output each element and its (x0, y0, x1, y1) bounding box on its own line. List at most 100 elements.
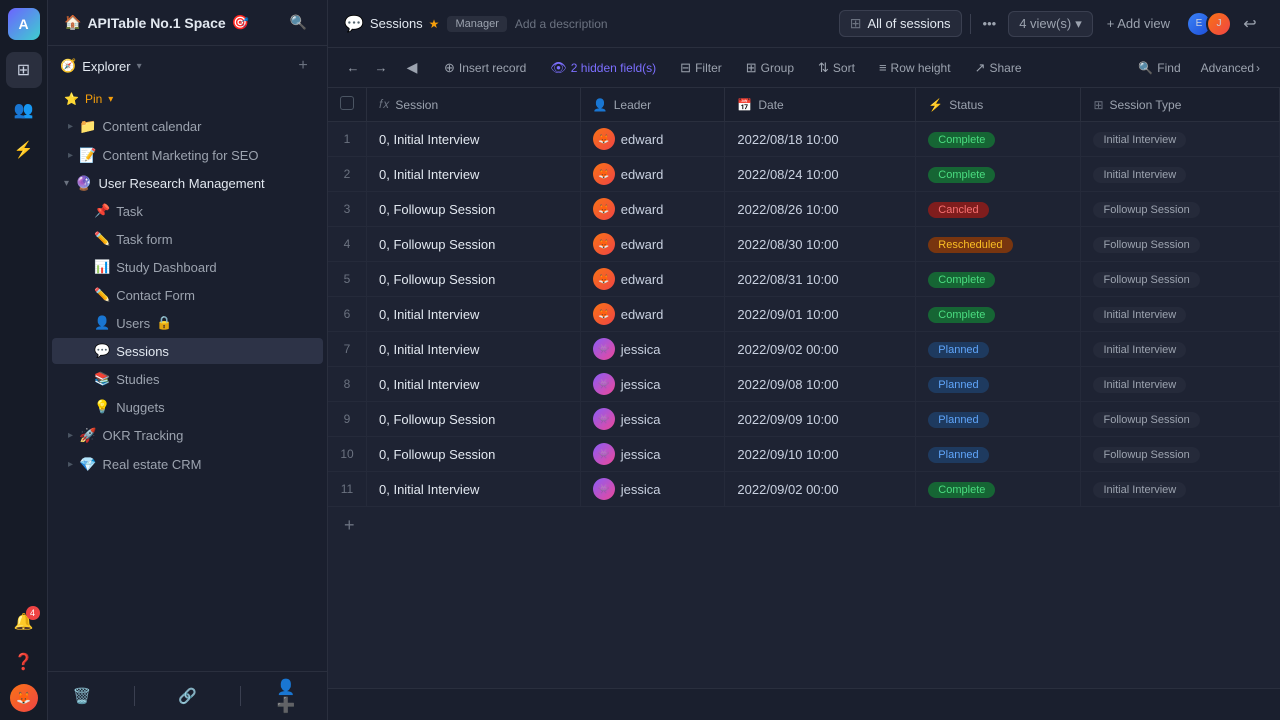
leader-cell[interactable]: 🦊 edward (580, 227, 725, 262)
session-cell[interactable]: 0, Initial Interview (367, 367, 581, 402)
col-header-session[interactable]: 𝑓𝑥 Session (367, 88, 581, 122)
session-type-cell[interactable]: Followup Session (1081, 227, 1280, 262)
table-container[interactable]: 𝑓𝑥 Session 👤 Leader 📅 Date (328, 88, 1280, 688)
status-cell[interactable]: Planned (916, 332, 1081, 367)
session-type-cell[interactable]: Followup Session (1081, 192, 1280, 227)
sidebar-item-task[interactable]: 📌 Task (52, 198, 323, 224)
add-row-btn[interactable]: + (328, 507, 1280, 544)
session-cell[interactable]: 0, Initial Interview (367, 157, 581, 192)
sidebar-item-real-estate[interactable]: ▸ 💎 Real estate CRM (52, 451, 323, 478)
sidebar-item-sessions[interactable]: 💬 Sessions (52, 338, 323, 364)
help-icon[interactable]: ❓ (6, 644, 42, 680)
leader-cell[interactable]: 👾 jessica (580, 472, 725, 507)
table-row[interactable]: 6 0, Initial Interview 🦊 edward 2022/09/… (328, 297, 1280, 332)
session-type-cell[interactable]: Initial Interview (1081, 157, 1280, 192)
sidebar-item-user-research[interactable]: ▾ 🔮 User Research Management (52, 171, 323, 196)
user-plus-icon[interactable]: 👤➕ (277, 680, 309, 712)
leader-cell[interactable]: 🦊 edward (580, 192, 725, 227)
select-all-checkbox[interactable] (340, 96, 354, 110)
session-cell[interactable]: 0, Initial Interview (367, 297, 581, 332)
col-header-status[interactable]: ⚡ Status (916, 88, 1081, 122)
hidden-fields-btn[interactable]: 👁 2 hidden field(s) (540, 56, 666, 80)
session-cell[interactable]: 0, Followup Session (367, 262, 581, 297)
pin-section[interactable]: ⭐ Pin ▾ (48, 86, 327, 112)
undo-btn[interactable]: ↩ (1236, 10, 1264, 38)
nav-forward-btn[interactable]: → (368, 55, 394, 81)
add-description-btn[interactable]: Add a description (515, 17, 608, 31)
status-cell[interactable]: Complete (916, 297, 1081, 332)
col-header-date[interactable]: 📅 Date (725, 88, 916, 122)
nav-home-icon[interactable]: ⊞ (6, 52, 42, 88)
session-type-cell[interactable]: Initial Interview (1081, 297, 1280, 332)
nav-members-icon[interactable]: 👥 (6, 92, 42, 128)
share-bottom-icon[interactable]: 🔗 (171, 680, 203, 712)
table-row[interactable]: 8 0, Initial Interview 👾 jessica 2022/09… (328, 367, 1280, 402)
status-cell[interactable]: Rescheduled (916, 227, 1081, 262)
sidebar-item-studies[interactable]: 📚 Studies (52, 366, 323, 392)
table-row[interactable]: 7 0, Initial Interview 👾 jessica 2022/09… (328, 332, 1280, 367)
sidebar-item-okr-tracking[interactable]: ▸ 🚀 OKR Tracking (52, 422, 323, 449)
leader-cell[interactable]: 🦊 edward (580, 122, 725, 157)
leader-cell[interactable]: 👾 jessica (580, 332, 725, 367)
add-view-btn[interactable]: + Add view (1099, 12, 1178, 35)
table-row[interactable]: 10 0, Followup Session 👾 jessica 2022/09… (328, 437, 1280, 472)
session-type-cell[interactable]: Followup Session (1081, 437, 1280, 472)
col-header-leader[interactable]: 👤 Leader (580, 88, 725, 122)
sidebar-item-users[interactable]: 👤 Users 🔒 (52, 310, 323, 336)
table-row[interactable]: 5 0, Followup Session 🦊 edward 2022/08/3… (328, 262, 1280, 297)
status-cell[interactable]: Complete (916, 122, 1081, 157)
workspace-avatar[interactable]: A (8, 8, 40, 40)
share-btn[interactable]: ↗ Share (965, 56, 1032, 80)
explorer-title[interactable]: 🧭 Explorer ▾ (60, 58, 142, 74)
nav-automations-icon[interactable]: ⚡ (6, 132, 42, 168)
sidebar-item-nuggets[interactable]: 💡 Nuggets (52, 394, 323, 420)
leader-cell[interactable]: 👾 jessica (580, 367, 725, 402)
sidebar-item-study-dashboard[interactable]: 📊 Study Dashboard (52, 254, 323, 280)
session-cell[interactable]: 0, Initial Interview (367, 332, 581, 367)
select-all-header[interactable] (328, 88, 367, 122)
session-type-cell[interactable]: Followup Session (1081, 262, 1280, 297)
sidebar-item-content-marketing[interactable]: ▸ 📝 Content Marketing for SEO (52, 142, 323, 169)
leader-cell[interactable]: 🦊 edward (580, 157, 725, 192)
session-type-cell[interactable]: Initial Interview (1081, 332, 1280, 367)
table-row[interactable]: 2 0, Initial Interview 🦊 edward 2022/08/… (328, 157, 1280, 192)
status-cell[interactable]: Planned (916, 437, 1081, 472)
session-cell[interactable]: 0, Initial Interview (367, 472, 581, 507)
session-cell[interactable]: 0, Followup Session (367, 437, 581, 472)
status-cell[interactable]: Cancled (916, 192, 1081, 227)
leader-cell[interactable]: 🦊 edward (580, 297, 725, 332)
sidebar-item-content-calendar[interactable]: ▸ 📁 Content calendar (52, 113, 323, 140)
session-cell[interactable]: 0, Followup Session (367, 402, 581, 437)
status-cell[interactable]: Complete (916, 157, 1081, 192)
session-type-cell[interactable]: Initial Interview (1081, 472, 1280, 507)
session-cell[interactable]: 0, Followup Session (367, 192, 581, 227)
leader-cell[interactable]: 🦊 edward (580, 262, 725, 297)
table-row[interactable]: 1 0, Initial Interview 🦊 edward 2022/08/… (328, 122, 1280, 157)
table-row[interactable]: 4 0, Followup Session 🦊 edward 2022/08/3… (328, 227, 1280, 262)
session-type-cell[interactable]: Followup Session (1081, 402, 1280, 437)
col-header-session-type[interactable]: ⊞ Session Type (1081, 88, 1280, 122)
status-cell[interactable]: Planned (916, 367, 1081, 402)
session-cell[interactable]: 0, Initial Interview (367, 122, 581, 157)
status-cell[interactable]: Complete (916, 472, 1081, 507)
insert-record-btn[interactable]: ⊕ Insert record (434, 56, 536, 80)
delete-icon[interactable]: 🗑️ (66, 680, 98, 712)
leader-cell[interactable]: 👾 jessica (580, 437, 725, 472)
view-selector-btn[interactable]: ⊞ All of sessions (839, 10, 962, 37)
status-cell[interactable]: Complete (916, 262, 1081, 297)
session-cell[interactable]: 0, Followup Session (367, 227, 581, 262)
notification-icon[interactable]: 🔔 4 (6, 604, 42, 640)
group-btn[interactable]: ⊞ Group (736, 56, 804, 80)
table-row[interactable]: 3 0, Followup Session 🦊 edward 2022/08/2… (328, 192, 1280, 227)
search-icon[interactable]: 🔍 (286, 12, 311, 33)
add-item-button[interactable]: + (291, 54, 315, 78)
advanced-btn[interactable]: Advanced › (1193, 57, 1268, 79)
table-row[interactable]: 11 0, Initial Interview 👾 jessica 2022/0… (328, 472, 1280, 507)
view-options-btn[interactable]: ••• (979, 16, 1001, 31)
sidebar-item-contact-form[interactable]: ✏️ Contact Form (52, 282, 323, 308)
nav-back-btn[interactable]: ← (340, 55, 366, 81)
table-row[interactable]: 9 0, Followup Session 👾 jessica 2022/09/… (328, 402, 1280, 437)
user-avatar-icon[interactable]: 🦊 (10, 684, 38, 712)
session-type-cell[interactable]: Initial Interview (1081, 367, 1280, 402)
find-btn[interactable]: 🔍 Find (1130, 57, 1188, 79)
